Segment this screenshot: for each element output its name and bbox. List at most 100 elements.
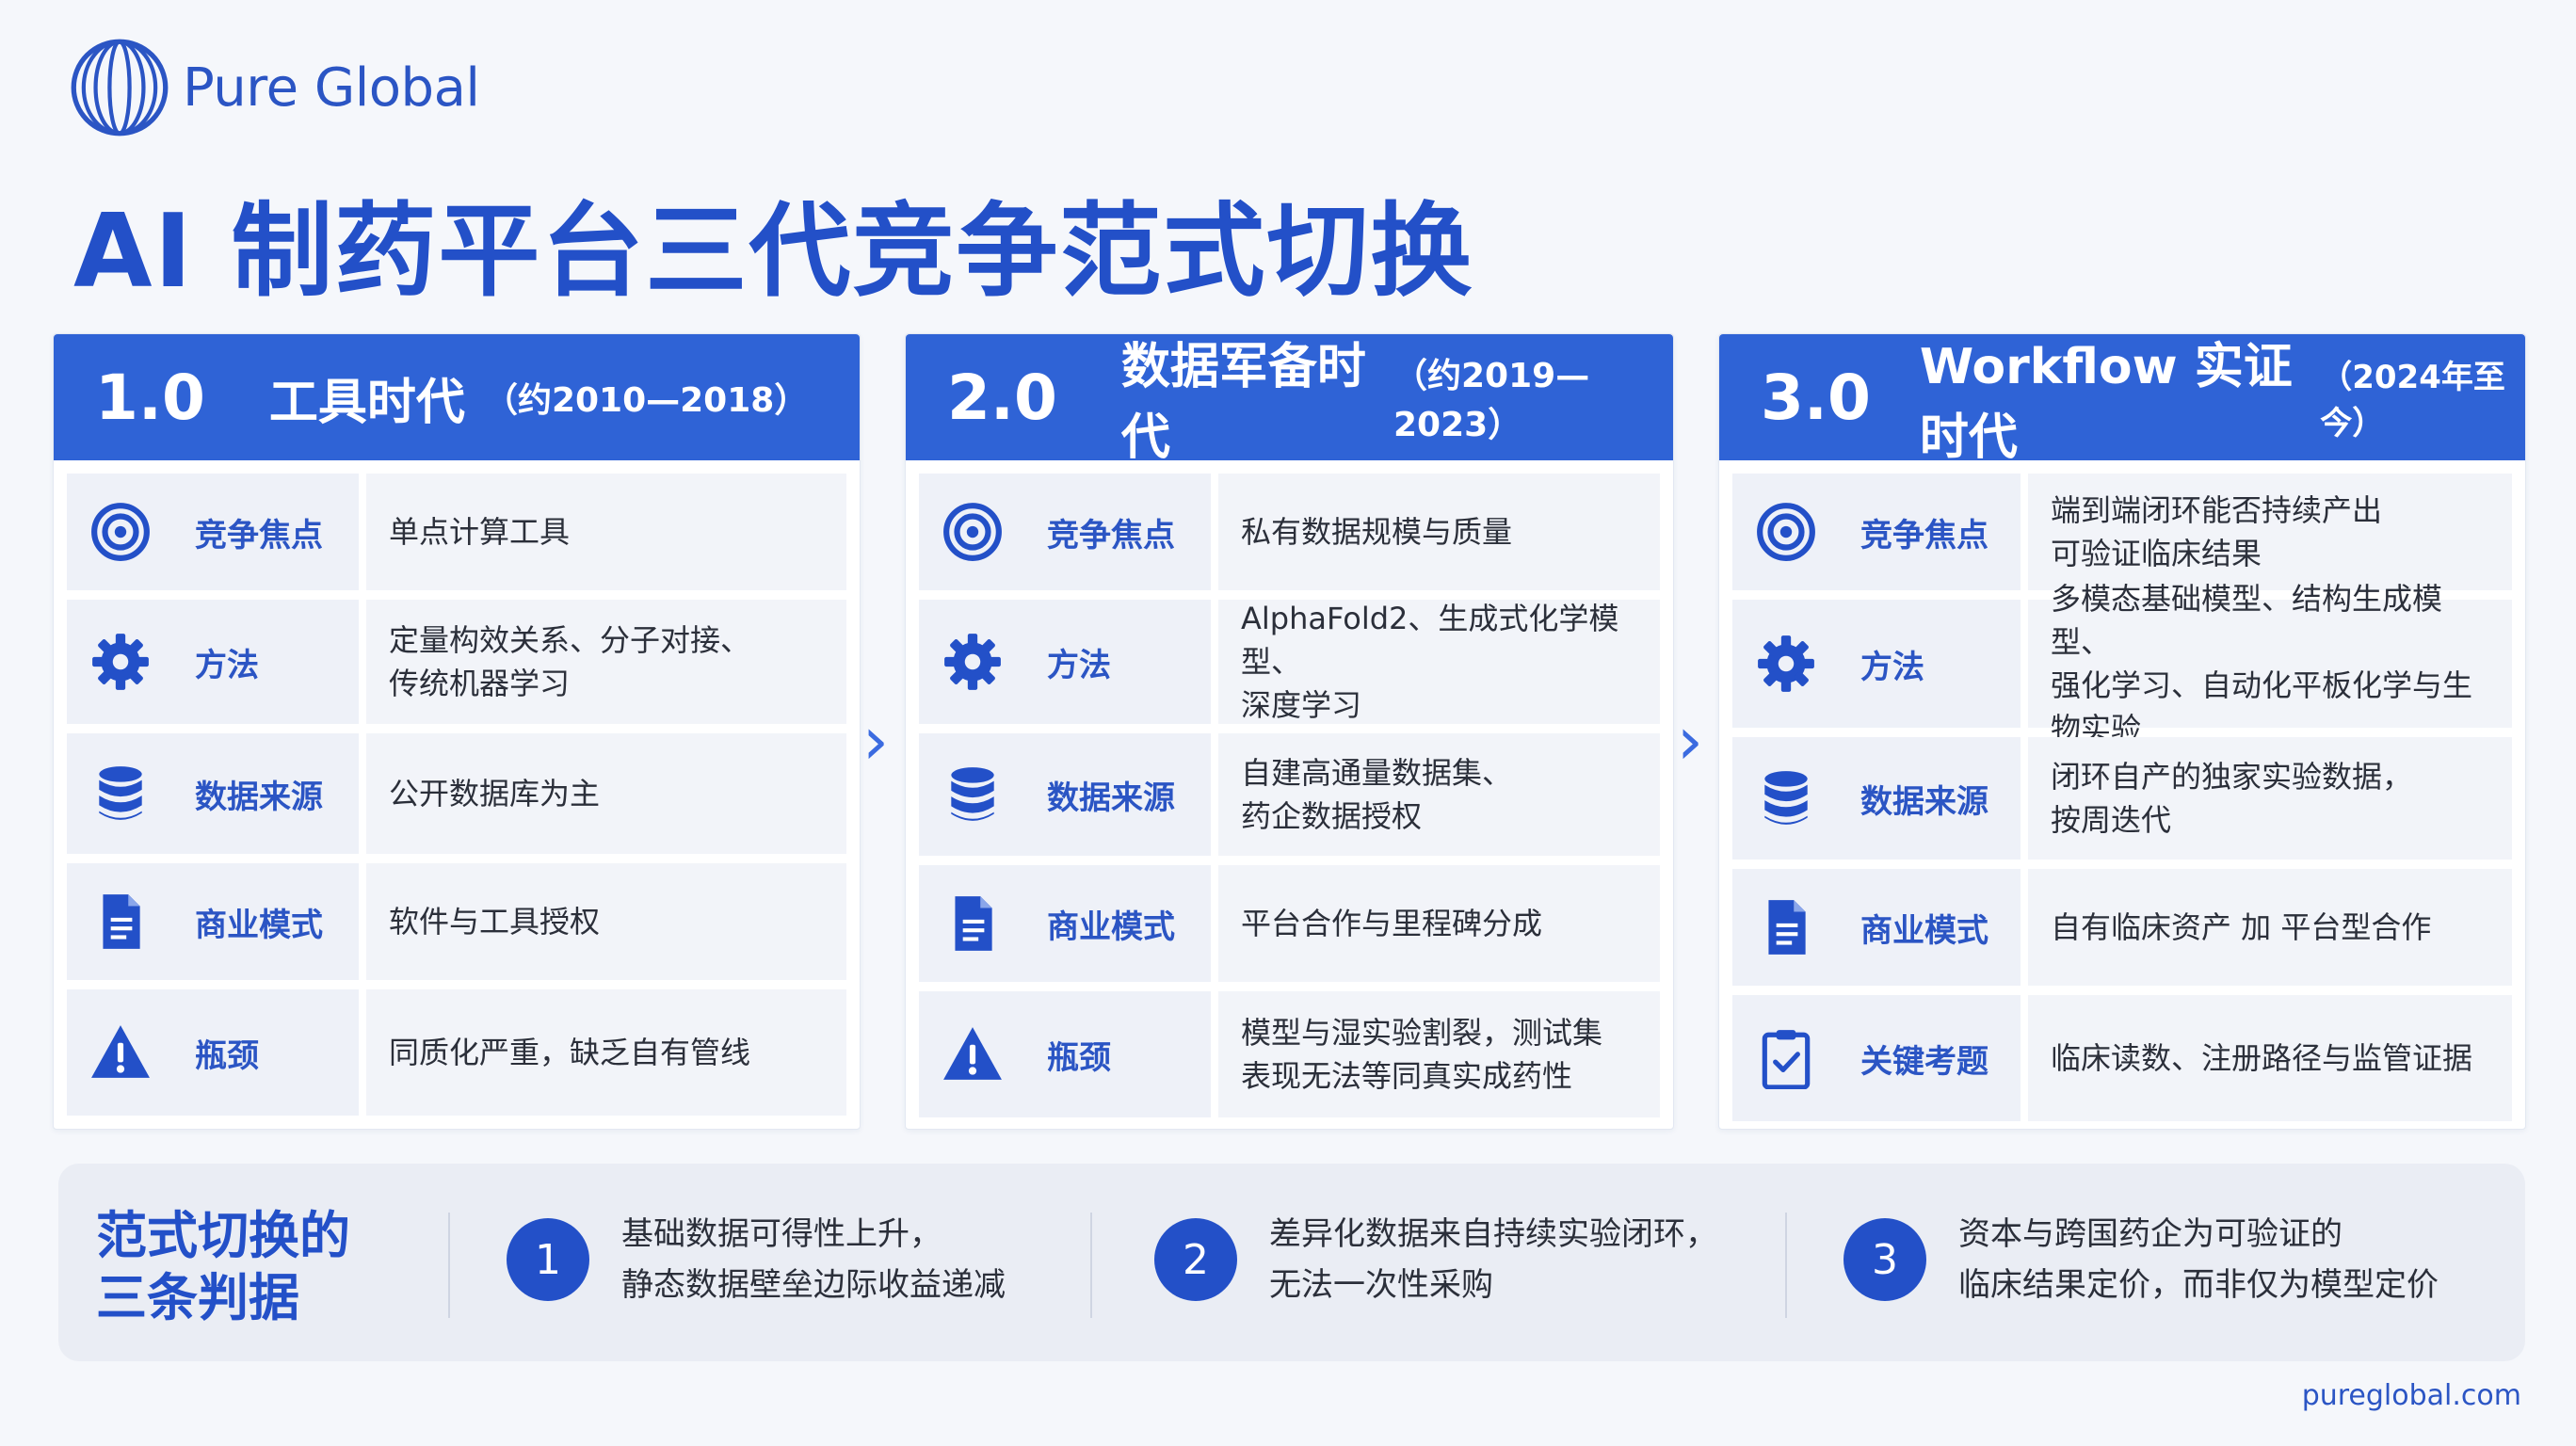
row-value: 自有临床资产 加 平台型合作 — [2051, 909, 2432, 945]
divider — [1090, 1213, 1092, 1318]
row-value: 私有数据规模与质量 — [1241, 514, 1513, 550]
row-label: 方法 — [1047, 646, 1111, 684]
row-label-cell: 竞争焦点 — [919, 474, 1211, 590]
brand: Pure Global — [70, 38, 480, 137]
clipboard-check-icon — [1753, 1025, 1819, 1091]
era-name: 数据军备时代 — [1120, 339, 1366, 466]
era-row: 数据来源 自建高通量数据集、 药企数据授权 — [919, 733, 1660, 856]
divider — [448, 1213, 450, 1318]
row-value: 单点计算工具 — [389, 514, 571, 550]
era-number: 3.0 — [1761, 361, 1871, 434]
divider — [1785, 1213, 1787, 1318]
row-label: 竞争焦点 — [1860, 516, 1988, 554]
row-label-cell: 商业模式 — [919, 865, 1211, 982]
era-row: 数据来源 闭环自产的独家实验数据， 按周迭代 — [1732, 737, 2512, 860]
era-header: 1.0 工具时代 （约2010—2018） — [54, 334, 860, 460]
target-icon — [88, 499, 153, 565]
row-value-cell: 临床读数、注册路径与监管证据 — [2028, 995, 2512, 1121]
criterion-1: 1 基础数据可得性上升， 静态数据壁垒边际收益递减 — [507, 1209, 1006, 1310]
footer-url[interactable]: pureglobal.com — [2302, 1379, 2521, 1412]
row-label-cell: 方法 — [1732, 600, 2021, 728]
criterion-3: 3 资本与跨国药企为可验证的 临床结果定价，而非仅为模型定价 — [1843, 1209, 2439, 1310]
document-icon — [1753, 894, 1819, 960]
row-value-cell: 自有临床资产 加 平台型合作 — [2028, 869, 2512, 986]
document-icon — [940, 891, 1006, 956]
era-column-3: 3.0 Workflow 实证时代 （2024年至今） 竞争焦点 端到端闭环能否持… — [1718, 333, 2526, 1130]
row-label-cell: 瓶颈 — [67, 989, 359, 1116]
era-row: 竞争焦点 端到端闭环能否持续产出 可验证临床结果 — [1732, 474, 2512, 590]
row-value-cell: 闭环自产的独家实验数据， 按周迭代 — [2028, 737, 2512, 860]
row-label-cell: 竞争焦点 — [1732, 474, 2021, 590]
criterion-number: 1 — [507, 1218, 589, 1301]
row-value: 多模态基础模型、结构生成模型、 强化学习、自动化平板化学与生物实验 — [2051, 581, 2473, 747]
row-label-cell: 方法 — [67, 600, 359, 724]
era-header: 3.0 Workflow 实证时代 （2024年至今） — [1719, 334, 2525, 466]
page-title: AI 制药平台三代竞争范式切换 — [73, 193, 1474, 311]
row-value-cell: 软件与工具授权 — [366, 863, 846, 980]
row-label: 瓶颈 — [1047, 1038, 1111, 1077]
era-row: 方法 多模态基础模型、结构生成模型、 强化学习、自动化平板化学与生物实验 — [1732, 581, 2512, 747]
row-value-cell: 自建高通量数据集、 药企数据授权 — [1218, 733, 1660, 856]
era-row: 瓶颈 模型与湿实验割裂，测试集 表现无法等同真实成药性 — [919, 991, 1660, 1117]
criterion-number: 2 — [1154, 1218, 1237, 1301]
criteria-title: 范式切换的 三条判据 — [96, 1206, 350, 1327]
row-label-cell: 商业模式 — [67, 863, 359, 980]
row-label: 数据来源 — [1047, 779, 1175, 817]
warning-icon — [88, 1020, 153, 1085]
era-row: 关键考题 临床读数、注册路径与监管证据 — [1732, 995, 2512, 1121]
criterion-text: 资本与跨国药企为可验证的 临床结果定价，而非仅为模型定价 — [1958, 1215, 2439, 1304]
row-label: 关键考题 — [1860, 1042, 1988, 1081]
gear-icon — [88, 629, 153, 695]
criteria-panel: 范式切换的 三条判据 1 基础数据可得性上升， 静态数据壁垒边际收益递减 2 差… — [58, 1164, 2525, 1361]
era-number: 2.0 — [947, 361, 1057, 434]
era-row: 方法 定量构效关系、分子对接、 传统机器学习 — [67, 600, 846, 724]
row-value-cell: 多模态基础模型、结构生成模型、 强化学习、自动化平板化学与生物实验 — [2028, 581, 2512, 747]
row-label: 竞争焦点 — [195, 516, 323, 554]
row-value: 软件与工具授权 — [389, 904, 601, 940]
criterion-text: 差异化数据来自持续实验闭环， 无法一次性采购 — [1269, 1215, 1717, 1304]
gear-icon — [1753, 631, 1819, 697]
era-period: （约2010—2018） — [483, 381, 809, 420]
era-row: 竞争焦点 单点计算工具 — [67, 474, 846, 590]
era-row: 方法 AlphaFold2、生成式化学模型、 深度学习 — [919, 600, 1660, 724]
warning-icon — [940, 1021, 1006, 1087]
era-row: 数据来源 公开数据库为主 — [67, 733, 846, 854]
row-value: 模型与湿实验割裂，测试集 表现无法等同真实成药性 — [1241, 1015, 1603, 1094]
era-name: 工具时代 — [268, 374, 465, 431]
row-label: 瓶颈 — [195, 1036, 259, 1075]
row-value-cell: 单点计算工具 — [366, 474, 846, 590]
era-period: （约2019—2023） — [1393, 357, 1590, 444]
era-column-1: 1.0 工具时代 （约2010—2018） 竞争焦点 单点计算工具方法 定量构效关系… — [53, 333, 861, 1130]
criterion-text: 基础数据可得性上升， 静态数据壁垒边际收益递减 — [621, 1215, 1006, 1304]
row-value: 公开数据库为主 — [389, 776, 601, 811]
row-label: 方法 — [1860, 648, 1924, 686]
row-value: 定量构效关系、分子对接、 传统机器学习 — [389, 622, 751, 701]
row-value: 闭环自产的独家实验数据， 按周迭代 — [2051, 759, 2413, 838]
row-value: AlphaFold2、生成式化学模型、 深度学习 — [1241, 601, 1619, 723]
era-name: Workflow 实证时代 — [1919, 339, 2293, 466]
chevron-right-icon: › — [862, 702, 889, 779]
target-icon — [1753, 499, 1819, 565]
row-label: 商业模式 — [195, 906, 323, 944]
row-label: 商业模式 — [1047, 908, 1175, 946]
row-label-cell: 方法 — [919, 600, 1211, 724]
era-row: 竞争焦点 私有数据规模与质量 — [919, 474, 1660, 590]
row-value: 自建高通量数据集、 药企数据授权 — [1241, 755, 1513, 834]
row-value: 临床读数、注册路径与监管证据 — [2051, 1040, 2473, 1076]
row-label: 商业模式 — [1860, 911, 1988, 950]
row-label-cell: 瓶颈 — [919, 991, 1211, 1117]
criterion-number: 3 — [1843, 1218, 1926, 1301]
row-value-cell: 端到端闭环能否持续产出 可验证临床结果 — [2028, 474, 2512, 590]
era-row: 商业模式 自有临床资产 加 平台型合作 — [1732, 869, 2512, 986]
globe-logo-icon — [71, 39, 169, 137]
era-number: 1.0 — [95, 361, 205, 434]
row-value-cell: 同质化严重，缺乏自有管线 — [366, 989, 846, 1116]
era-period: （2024年至今） — [2320, 359, 2505, 442]
row-value: 平台合作与里程碑分成 — [1241, 906, 1543, 941]
database-icon — [940, 762, 1006, 827]
brand-name: Pure Global — [183, 56, 480, 119]
row-value-cell: 公开数据库为主 — [366, 733, 846, 854]
row-value-cell: 平台合作与里程碑分成 — [1218, 865, 1660, 982]
row-value-cell: 模型与湿实验割裂，测试集 表现无法等同真实成药性 — [1218, 991, 1660, 1117]
gear-icon — [940, 629, 1006, 695]
